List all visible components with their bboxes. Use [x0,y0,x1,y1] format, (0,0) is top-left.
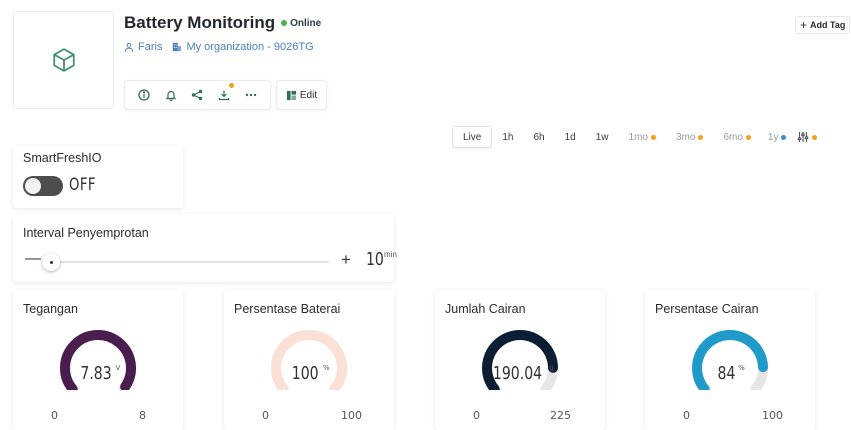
time-range-live[interactable]: Live [452,126,493,148]
premium-dot [812,134,818,140]
status-dot [281,20,288,26]
gauge-unit: % [322,364,330,372]
gauge-widget-persentase-cairan: Persentase Cairan 84% 0 100 [645,290,815,430]
organization-name: My organization - 9026TG [186,41,314,53]
time-range-label: 6mo [723,131,743,143]
gauge-unit: V [115,364,121,372]
widget-title: Persentase Cairan [655,302,759,316]
owner-name: Faris [138,41,163,53]
toggle-knob [25,178,41,194]
time-range-label: 1w [595,131,609,143]
toggle-switch[interactable] [23,176,63,196]
time-range-label: 1d [564,131,576,143]
gauge-widget-persentase-baterai: Persentase Baterai 100% 0 100 [224,290,394,430]
page-title: Battery Monitoring [124,13,276,32]
cube-icon [52,48,75,72]
title-row: Battery Monitoring Online [124,13,321,33]
gauge-unit: g [549,364,554,372]
premium-dot [650,134,656,140]
switch-widget: SmartFreshIO OFF [13,146,183,208]
slider-thumb[interactable] [42,253,60,271]
time-range-label: Live [463,131,482,143]
time-range-label: 1mo [628,131,648,143]
gauge-value-display: 100% [224,363,394,384]
widget-title: Persentase Baterai [234,302,341,316]
gauge-value: 100 [292,363,320,384]
time-range-label: 1y [767,131,779,143]
gauge-max: 100 [341,409,362,422]
time-range-6mo[interactable]: 6mo [713,126,760,148]
time-range-3mo[interactable]: 3mo [666,126,713,148]
widget-title: Interval Penyemprotan [23,226,149,240]
gauge-value: 7.83 [79,363,112,384]
download-icon [218,90,230,101]
time-range-1y[interactable]: 1y [761,126,794,148]
gauge-max: 225 [550,409,571,422]
bell-icon [165,90,177,101]
slider-unit: min [384,250,397,259]
time-range-selector: Live 1h 6h 1d 1w 1mo 3mo 6mo 1y [452,126,821,148]
widget-title: Tegangan [23,302,78,316]
device-meta: Faris My organization - 9026TG [124,41,314,53]
decrement-button[interactable]: — [25,250,41,268]
gauge-value: 190.04 [493,363,543,384]
switch-state-label: OFF [69,175,96,195]
time-range-6h[interactable]: 6h [523,126,554,148]
gauge-value-display: 84% [645,363,815,384]
time-range-1w[interactable]: 1w [586,126,619,148]
slider-widget: Interval Penyemprotan — + 10 min [13,214,397,282]
status-label: Online [290,17,322,29]
plus-icon: + [800,18,808,32]
user-icon [124,42,134,52]
time-range-1h[interactable]: 1h [492,126,523,148]
device-toolbar [124,80,271,110]
gauge-value-display: 7.83 V [13,363,183,384]
custom-range-button[interactable] [793,126,821,148]
gauge-min: 0 [473,409,480,422]
premium-dot [698,134,704,140]
gauge-max: 100 [762,409,783,422]
gauge-min: 0 [683,409,690,422]
share-icon [192,89,203,101]
time-range-label: 6h [533,131,545,143]
gauge-value: 84 [717,363,736,384]
gauge-unit: % [738,364,745,372]
slider-value: 10 [366,249,384,270]
add-tag-label: Add Tag [810,20,846,30]
download-button[interactable] [215,83,235,104]
more-icon [245,93,256,97]
gauge-value-display: 190.04 g [435,363,605,384]
gauge-max: 8 [139,409,146,422]
gauge-widget-jumlah-cairan: Jumlah Cairan 190.04 g 0 225 [435,290,605,430]
gauge-min: 0 [51,409,58,422]
info-icon [138,89,150,101]
more-button[interactable] [242,86,260,104]
status-badge: Online [281,18,321,29]
widget-title: Jumlah Cairan [445,302,526,316]
edit-label: Edit [299,89,318,101]
filter-sliders-icon [798,132,809,142]
device-image [13,11,114,109]
info-button[interactable] [135,86,153,104]
download-badge [229,83,235,88]
widget-title: SmartFreshIO [23,151,102,165]
share-button[interactable] [188,86,206,104]
time-range-label: 3mo [675,131,696,143]
organization-link[interactable]: My organization - 9026TG [172,41,314,53]
edit-layout-icon [286,90,296,100]
gauge-min: 0 [262,409,269,422]
gauge-widget-tegangan: Tegangan 7.83 V 0 8 [13,290,183,430]
add-tag-button[interactable]: + Add Tag [795,16,851,34]
increment-button[interactable]: + [341,250,351,270]
premium-dot [745,134,751,140]
time-range-1mo[interactable]: 1mo [619,126,666,148]
building-icon [173,42,182,52]
time-range-label: 1h [502,131,514,143]
time-range-1d[interactable]: 1d [555,126,586,148]
edit-button[interactable]: Edit [276,80,327,110]
notifications-button[interactable] [162,86,180,104]
slider-track[interactable] [47,261,329,263]
premium-dot [781,134,787,140]
owner-link[interactable]: Faris [124,41,162,53]
